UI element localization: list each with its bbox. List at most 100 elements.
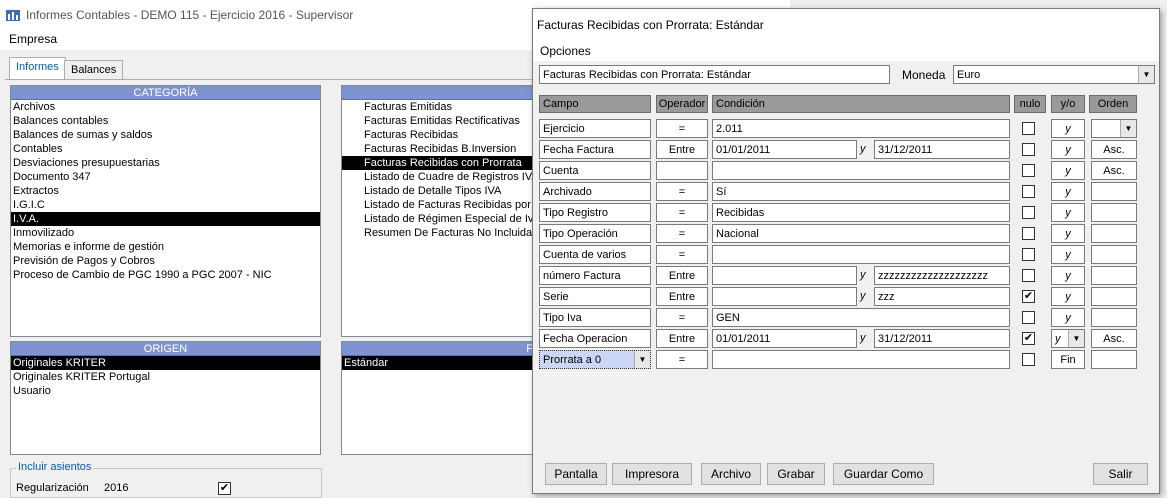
operador-field[interactable]: = (656, 245, 708, 264)
operador-field[interactable]: = (656, 203, 708, 222)
orden-field[interactable]: Asc. (1091, 161, 1137, 180)
formato-item[interactable]: Estándar (342, 356, 541, 370)
yo-field[interactable]: y (1051, 119, 1085, 138)
guardar-como-button[interactable]: Guardar Como (833, 463, 934, 485)
informe-item[interactable]: Resumen De Facturas No Incluidas (362, 226, 541, 240)
nulo-checkbox[interactable] (1022, 122, 1035, 135)
informe-item[interactable]: Listado de Facturas Recibidas por N (362, 198, 541, 212)
salir-button[interactable]: Salir (1093, 463, 1148, 485)
informe-item[interactable]: Facturas Recibidas con Prorrata (342, 156, 541, 170)
condicion-value2[interactable]: 31/12/2011 (874, 329, 1010, 348)
orden-field[interactable]: Asc. (1091, 140, 1137, 159)
operador-field[interactable]: = (656, 224, 708, 243)
nulo-checkbox[interactable]: ✔ (1022, 290, 1035, 303)
orden-field[interactable] (1091, 308, 1137, 327)
nulo-checkbox[interactable] (1022, 143, 1035, 156)
condicion-value1[interactable]: 01/01/2011 (712, 329, 857, 348)
yo-field[interactable]: y (1051, 203, 1085, 222)
categoria-item[interactable]: I.G.I.C (11, 198, 320, 212)
pantalla-button[interactable]: Pantalla (545, 463, 607, 485)
nulo-checkbox[interactable] (1022, 164, 1035, 177)
archivo-button[interactable]: Archivo (701, 463, 761, 485)
categoria-list[interactable]: CATEGORÍA Archivos Balances contables Bala… (10, 85, 321, 337)
yo-field[interactable]: y (1051, 140, 1085, 159)
tab-informes[interactable]: Informes (9, 57, 66, 80)
regularizacion-checkbox[interactable]: ✔ (218, 482, 231, 495)
informe-item[interactable]: Facturas Recibidas B.Inversion (362, 142, 541, 156)
categoria-item[interactable]: I.V.A. (11, 212, 320, 226)
condicion-value1[interactable]: Recibidas (712, 203, 1010, 222)
yo-field[interactable]: Fin (1051, 350, 1085, 369)
condicion-value1[interactable]: GEN (712, 308, 1010, 327)
menu-opciones[interactable]: Opciones (540, 44, 591, 58)
orden-field[interactable] (1091, 182, 1137, 201)
categoria-item[interactable]: Archivos (11, 100, 320, 114)
categoria-item[interactable]: Extractos (11, 184, 320, 198)
condicion-value2[interactable]: zzz (874, 287, 1010, 306)
categoria-item[interactable]: Contables (11, 142, 320, 156)
nulo-checkbox[interactable] (1022, 206, 1035, 219)
condicion-value1[interactable]: Sí (712, 182, 1010, 201)
tab-balances[interactable]: Balances (64, 60, 124, 80)
campo-field[interactable]: Cuenta (539, 161, 651, 180)
campo-field[interactable]: Prorrata a 0 ▼ (539, 350, 651, 369)
nulo-checkbox[interactable]: ✔ (1022, 332, 1035, 345)
campo-field[interactable]: Fecha Operacion (539, 329, 651, 348)
grabar-button[interactable]: Grabar (767, 463, 825, 485)
condicion-value1[interactable] (712, 266, 857, 285)
operador-field[interactable]: = (656, 350, 708, 369)
yo-field[interactable]: y (1051, 245, 1085, 264)
orden-field[interactable] (1091, 266, 1137, 285)
condicion-value1[interactable] (712, 350, 1010, 369)
categoria-item[interactable]: Proceso de Cambio de PGC 1990 a PGC 2007… (11, 268, 320, 282)
condicion-value1[interactable] (712, 161, 1010, 180)
informe-item[interactable]: Listado de Detalle Tipos IVA (362, 184, 541, 198)
operador-field[interactable]: = (656, 119, 708, 138)
menu-empresa[interactable]: Empresa (9, 32, 57, 46)
campo-field[interactable]: Cuenta de varios (539, 245, 651, 264)
nulo-checkbox[interactable] (1022, 248, 1035, 261)
yo-field[interactable]: y (1051, 224, 1085, 243)
moneda-select[interactable]: Euro ▼ (953, 65, 1155, 84)
report-name-input[interactable]: Facturas Recibidas con Prorrata: Estánda… (539, 65, 890, 84)
operador-field[interactable]: Entre (656, 287, 708, 306)
categoria-item[interactable]: Balances de sumas y saldos (11, 128, 320, 142)
campo-field[interactable]: Ejercicio (539, 119, 651, 138)
condicion-value1[interactable]: 01/01/2011 (712, 140, 857, 159)
yo-field[interactable]: y ▼ (1051, 329, 1085, 348)
origen-list[interactable]: ORIGEN Originales KRITER Originales KRITE… (10, 341, 321, 455)
orden-field[interactable]: ▼ (1091, 119, 1137, 138)
yo-field[interactable]: y (1051, 182, 1085, 201)
categoria-item[interactable]: Balances contables (11, 114, 320, 128)
nulo-checkbox[interactable] (1022, 185, 1035, 198)
yo-field[interactable]: y (1051, 308, 1085, 327)
origen-item[interactable]: Originales KRITER (11, 356, 320, 370)
origen-item[interactable]: Usuario (11, 384, 320, 398)
origen-item[interactable]: Originales KRITER Portugal (11, 370, 320, 384)
orden-field[interactable] (1091, 203, 1137, 222)
campo-field[interactable]: número Factura (539, 266, 651, 285)
campo-field[interactable]: Tipo Registro (539, 203, 651, 222)
orden-field[interactable] (1091, 350, 1137, 369)
campo-field[interactable]: Archivado (539, 182, 651, 201)
operador-field[interactable]: = (656, 308, 708, 327)
operador-field[interactable]: Entre (656, 266, 708, 285)
informe-item[interactable]: Listado de Cuadre de Registros IVA (362, 170, 541, 184)
condicion-value1[interactable] (712, 245, 1010, 264)
operador-field[interactable]: = (656, 182, 708, 201)
yo-field[interactable]: y (1051, 161, 1085, 180)
orden-field[interactable] (1091, 287, 1137, 306)
informe-item[interactable]: Listado de Régimen Especial de Iva (362, 212, 541, 226)
orden-field[interactable] (1091, 224, 1137, 243)
campo-field[interactable]: Fecha Factura (539, 140, 651, 159)
categoria-item[interactable]: Inmovilizado (11, 226, 320, 240)
campo-field[interactable]: Tipo Iva (539, 308, 651, 327)
categoria-item[interactable]: Desviaciones presupuestarias (11, 156, 320, 170)
yo-field[interactable]: y (1051, 266, 1085, 285)
condicion-value2[interactable]: 31/12/2011 (874, 140, 1010, 159)
impresora-button[interactable]: Impresora (612, 463, 692, 485)
operador-field[interactable]: Entre (656, 140, 708, 159)
informe-item[interactable]: Facturas Emitidas Rectificativas (362, 114, 541, 128)
nulo-checkbox[interactable] (1022, 269, 1035, 282)
nulo-checkbox[interactable] (1022, 311, 1035, 324)
